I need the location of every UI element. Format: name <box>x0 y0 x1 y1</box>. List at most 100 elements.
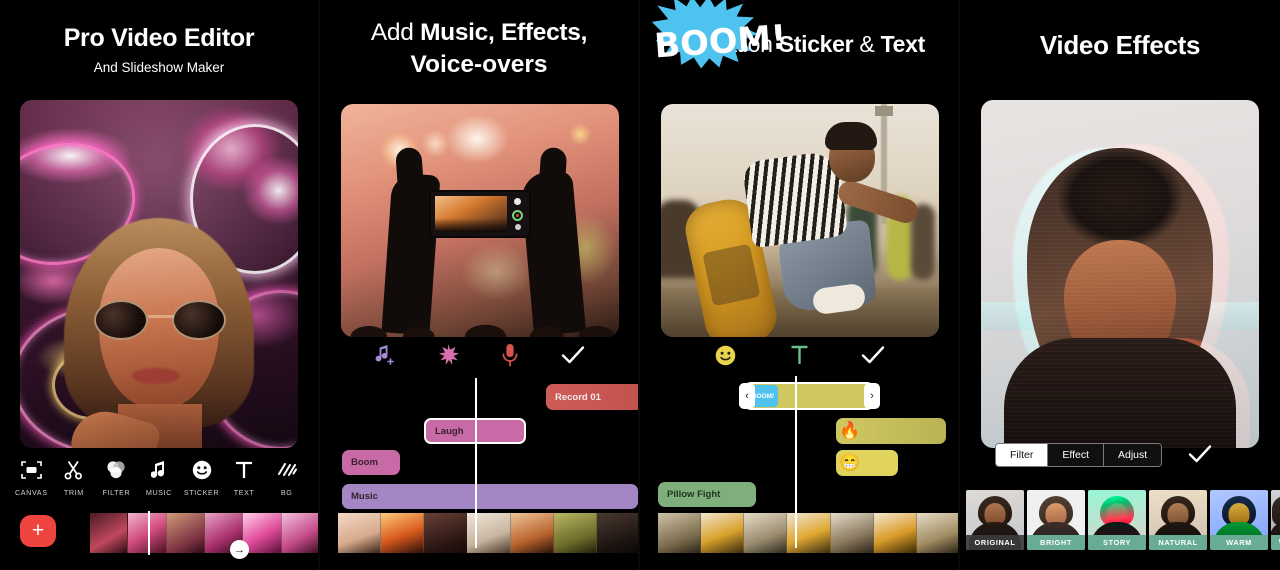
clip-label: BOOM! <box>751 392 775 400</box>
canvas-icon <box>20 458 42 482</box>
effect-mode-segmented-control: Filter Effect Adjust <box>995 443 1163 467</box>
toolbar-item-canvas[interactable]: CANVAS <box>12 458 50 497</box>
timeline-clip-boom-sticker[interactable]: BOOM! <box>744 382 874 410</box>
sticker-smiley-icon[interactable] <box>710 340 740 370</box>
text-t-icon[interactable] <box>784 340 814 370</box>
filter-label: NATURAL <box>1149 535 1207 550</box>
music-note-icon <box>150 458 167 482</box>
panel-music-effects-voiceovers: Add Music, Effects, Voice-overs Record 0… <box>320 0 640 570</box>
clip-handle-right-glyph: › <box>870 390 874 402</box>
panel-1-header: Pro Video Editor And Slideshow Maker <box>0 24 318 75</box>
filter-thumb-bright[interactable]: BRIGHT <box>1027 490 1085 550</box>
skater-head <box>825 122 877 182</box>
filter-label: STORY <box>1088 535 1146 550</box>
filter-thumb-partial[interactable]: WA <box>1271 490 1280 550</box>
clip-handle-right[interactable]: › <box>864 383 880 409</box>
video-preview-neon-portrait[interactable] <box>20 100 298 448</box>
panel-animation-sticker-text: Animation Sticker & Text BOOM! <box>640 0 960 570</box>
microphone-icon[interactable] <box>495 340 525 370</box>
clip-label: 🔥 <box>839 421 861 440</box>
video-preview-glitch-portrait[interactable] <box>981 100 1259 448</box>
timeline-clip-music[interactable]: Music <box>342 484 638 509</box>
scanline-overlay <box>981 100 1259 448</box>
timeline-clip-boom[interactable]: Boom <box>342 450 400 475</box>
video-preview-skater[interactable] <box>661 104 939 337</box>
toolbar-item-trim[interactable]: TRIM <box>55 458 93 497</box>
video-preview-concert[interactable] <box>341 104 619 337</box>
timeline-filmstrip[interactable] <box>338 513 638 553</box>
clip-handle-left[interactable]: ‹ <box>739 383 755 409</box>
timeline-clip-record[interactable]: Record 01 <box>546 384 638 410</box>
panel-pro-video-editor: Pro Video Editor And Slideshow Maker CAN… <box>0 0 320 570</box>
effects-starburst-icon[interactable] <box>433 340 463 370</box>
title-bold: Music, Effects, <box>420 19 588 46</box>
clip-label: Laugh <box>435 425 464 437</box>
filter-label: BRIGHT <box>1027 535 1085 550</box>
title-bold-2: Text <box>880 31 926 57</box>
toolbar-item-text[interactable]: TEXT <box>225 458 263 497</box>
toolbar-label: TEXT <box>233 488 255 497</box>
page-title: Pro Video Editor <box>63 24 255 52</box>
text-t-icon <box>235 458 253 482</box>
app-store-screenshot-set: Pro Video Editor And Slideshow Maker CAN… <box>0 0 1280 570</box>
filter-thumbnail-list[interactable]: ORIGINAL BRIGHT STORY NATURAL WARM <box>966 490 1280 550</box>
scissors-icon <box>64 458 83 482</box>
timeline-filmstrip[interactable] <box>658 513 958 553</box>
boom-sticker-text: BOOM! <box>653 17 787 65</box>
timeline-clip-grin-sticker[interactable]: 😁 <box>836 450 898 476</box>
add-music-icon[interactable] <box>370 340 400 370</box>
lamp-post-head <box>875 106 893 116</box>
page-title: Add Music, Effects, <box>320 19 638 47</box>
clip-label: Pillow Fight <box>667 489 721 500</box>
toolbar-item-sticker[interactable]: STICKER <box>183 458 221 497</box>
page-title-line2: Voice-overs <box>410 51 548 79</box>
toolbar-label: BG <box>280 488 293 497</box>
editor-toolbar: CANVAS TRIM FILTER MUSIC STICKER TEXT BG <box>0 458 318 497</box>
page-title: Video Effects <box>1039 30 1201 60</box>
clip-label: Music <box>351 491 378 502</box>
confirm-check-icon[interactable] <box>1188 444 1212 469</box>
phone-in-frame <box>429 190 531 238</box>
panel-2-header: Add Music, Effects, Voice-overs <box>320 19 638 79</box>
smiley-icon <box>192 458 212 482</box>
toolbar-item-music[interactable]: MUSIC <box>140 458 178 497</box>
filter-thumb-warm[interactable]: WARM <box>1210 490 1268 550</box>
filter-thumb-natural[interactable]: NATURAL <box>1149 490 1207 550</box>
segment-adjust[interactable]: Adjust <box>1104 444 1162 466</box>
boom-sticker-overlay[interactable]: BOOM! <box>650 0 796 88</box>
sticker-text-tools-row <box>640 340 958 370</box>
next-arrow-button[interactable]: → <box>230 540 249 559</box>
clip-handle-left-glyph: ‹ <box>745 390 749 402</box>
timeline-clip-pillow-fight[interactable]: Pillow Fight <box>658 482 756 507</box>
clip-label: 😁 <box>839 453 861 472</box>
toolbar-label: STICKER <box>183 488 220 497</box>
toolbar-item-bg[interactable]: BG <box>268 458 306 497</box>
panel-video-effects: Video Effects Filter Effect Adjust ORIGI… <box>960 0 1280 570</box>
add-media-button[interactable]: + <box>20 515 56 547</box>
filter-thumb-story[interactable]: STORY <box>1088 490 1146 550</box>
confirm-check-icon[interactable] <box>558 340 588 370</box>
timeline-playhead[interactable] <box>475 378 477 548</box>
toolbar-label: FILTER <box>102 488 131 497</box>
timeline-playhead[interactable] <box>795 376 797 548</box>
audio-tools-row <box>320 340 638 370</box>
timeline-clip-fire-sticker[interactable]: 🔥 <box>836 418 946 444</box>
film-grain-overlay <box>20 100 298 448</box>
timeline-playhead[interactable] <box>148 511 150 555</box>
filter-thumb-original[interactable]: ORIGINAL <box>966 490 1024 550</box>
add-media-label: + <box>31 519 45 542</box>
toolbar-label: TRIM <box>63 488 84 497</box>
timeline-filmstrip[interactable] <box>90 513 318 553</box>
filter-circles-icon <box>105 458 127 482</box>
toolbar-label: MUSIC <box>145 488 173 497</box>
clip-label: Boom <box>351 457 378 468</box>
title-lead: Add <box>370 19 421 46</box>
filter-label: WARM <box>1210 535 1268 550</box>
background-hatch-icon <box>277 458 297 482</box>
toolbar-item-filter[interactable]: FILTER <box>97 458 135 497</box>
segment-filter[interactable]: Filter <box>996 444 1049 466</box>
panel-4-header: Video Effects <box>960 30 1280 61</box>
segment-effect[interactable]: Effect <box>1048 444 1104 466</box>
confirm-check-icon[interactable] <box>858 340 888 370</box>
page-subtitle: And Slideshow Maker <box>93 59 225 75</box>
